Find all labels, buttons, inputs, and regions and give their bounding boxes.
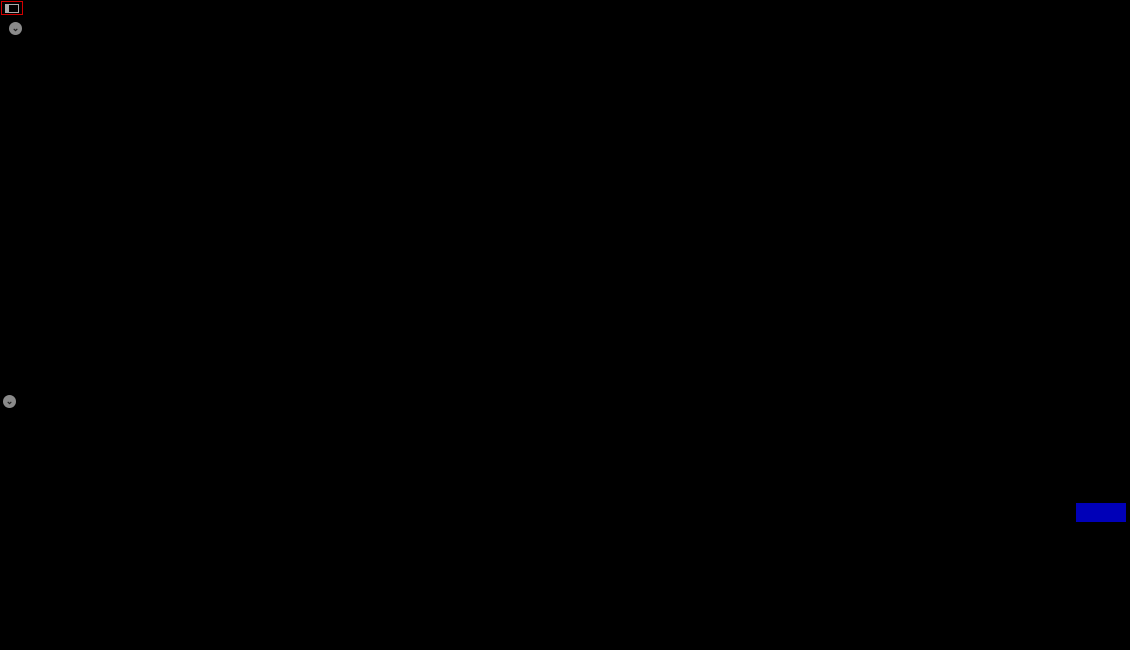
last-value-badge	[1076, 503, 1126, 522]
trading-app-window: { "window": { "title": "中天火箭(日线.前复权)" },…	[0, 0, 1130, 650]
chart-graphics[interactable]	[0, 0, 1130, 650]
watermark	[1112, 645, 1124, 647]
chevron-down-circle-icon[interactable]: ⌄	[3, 395, 16, 408]
indicator-header: ⌄	[3, 394, 16, 409]
